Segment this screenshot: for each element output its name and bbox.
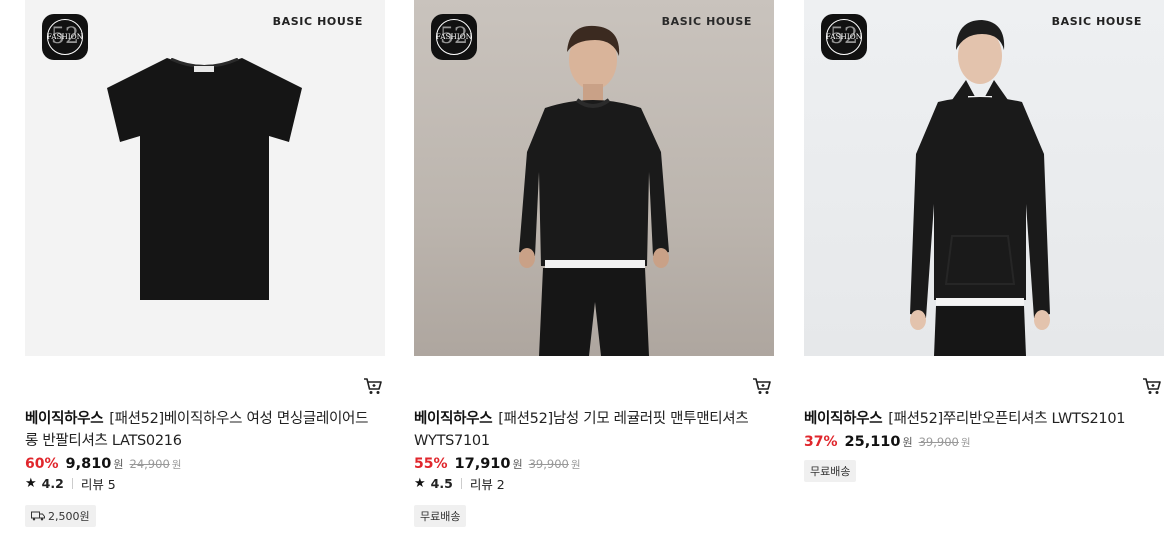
divider (71, 478, 73, 489)
review-count: 리뷰 2 (469, 477, 505, 492)
shipping-fee: 2,500원 (48, 510, 90, 523)
rating-score: 4.5 (430, 476, 453, 491)
brand-logo: BASIC HOUSE (272, 15, 363, 28)
shipping-tag: 무료배송 (804, 460, 857, 482)
sale-price: 25,110 (844, 434, 901, 450)
rating-row: ★ 4.5 리뷰 2 (414, 474, 505, 493)
price-row: 37% 25,110 원 39,900 원 (804, 434, 971, 452)
free-shipping-label: 무료배송 (810, 465, 851, 478)
original-currency-unit: 원 (570, 459, 581, 471)
truck-icon (31, 511, 45, 521)
original-price: 39,900 (918, 435, 959, 449)
star-icon: ★ (414, 476, 426, 491)
product-card[interactable]: 52 FASHION BASIC HOUSE 베이직하우스 [패션52]베이직하우… (25, 0, 385, 546)
product-card[interactable]: 52 FASHION BASIC HOUSE 베이직하우스 [패션52]남성 기… (414, 0, 774, 546)
price-row: 60% 9,810 원 24,900 원 (25, 456, 181, 474)
sale-price: 9,810 (65, 456, 112, 472)
fashion52-badge: 52 FASHION (42, 14, 88, 60)
model-image (519, 25, 669, 356)
brand-name: 베이직하우스 (25, 411, 104, 427)
product-title[interactable]: 베이직하우스 [패션52]베이직하우스 여성 면싱글레이어드 롱 반팔티셔츠 LA… (25, 408, 383, 452)
fashion52-badge: 52 FASHION (821, 14, 867, 60)
product-image[interactable]: 52 FASHION BASIC HOUSE (804, 0, 1164, 356)
discount-rate: 37% (804, 434, 838, 450)
product-title[interactable]: 베이직하우스 [패션52]남성 기모 레귤러핏 맨투맨티셔츠 WYTS7101 (414, 408, 772, 452)
divider (460, 478, 462, 489)
product-image[interactable]: 52 FASHION BASIC HOUSE (414, 0, 774, 356)
star-icon: ★ (25, 476, 37, 491)
original-price: 39,900 (528, 457, 569, 471)
shipping-tag: 2,500원 (25, 505, 96, 527)
original-currency-unit: 원 (960, 437, 971, 449)
cart-icon[interactable] (752, 376, 772, 396)
rating-row: ★ 4.2 리뷰 5 (25, 474, 116, 493)
free-shipping-label: 무료배송 (420, 510, 461, 523)
rating-score: 4.2 (41, 476, 64, 491)
model-image (910, 20, 1050, 356)
currency-unit: 원 (902, 436, 913, 449)
cart-icon[interactable] (1142, 376, 1162, 396)
product-name: [패션52]쭈리반오픈티셔츠 LWTS2101 (888, 411, 1126, 427)
cart-icon[interactable] (363, 376, 383, 396)
product-image[interactable]: 52 FASHION BASIC HOUSE (25, 0, 385, 356)
currency-unit: 원 (512, 458, 523, 471)
shipping-tag: 무료배송 (414, 505, 467, 527)
price-row: 55% 17,910 원 39,900 원 (414, 456, 581, 474)
discount-rate: 60% (25, 456, 59, 472)
brand-name: 베이직하우스 (414, 411, 493, 427)
discount-rate: 55% (414, 456, 448, 472)
currency-unit: 원 (113, 458, 124, 471)
brand-logo: BASIC HOUSE (1051, 15, 1142, 28)
original-currency-unit: 원 (171, 459, 182, 471)
fashion52-badge: 52 FASHION (431, 14, 477, 60)
brand-name: 베이직하우스 (804, 411, 883, 427)
review-count: 리뷰 5 (80, 477, 116, 492)
product-card[interactable]: 52 FASHION BASIC HOUSE 베이직하우스 [패션52]쭈리반오… (804, 0, 1164, 546)
product-title[interactable]: 베이직하우스 [패션52]쭈리반오픈티셔츠 LWTS2101 (804, 408, 1162, 430)
tshirt-image (107, 58, 302, 300)
sale-price: 17,910 (454, 456, 511, 472)
original-price: 24,900 (129, 457, 170, 471)
